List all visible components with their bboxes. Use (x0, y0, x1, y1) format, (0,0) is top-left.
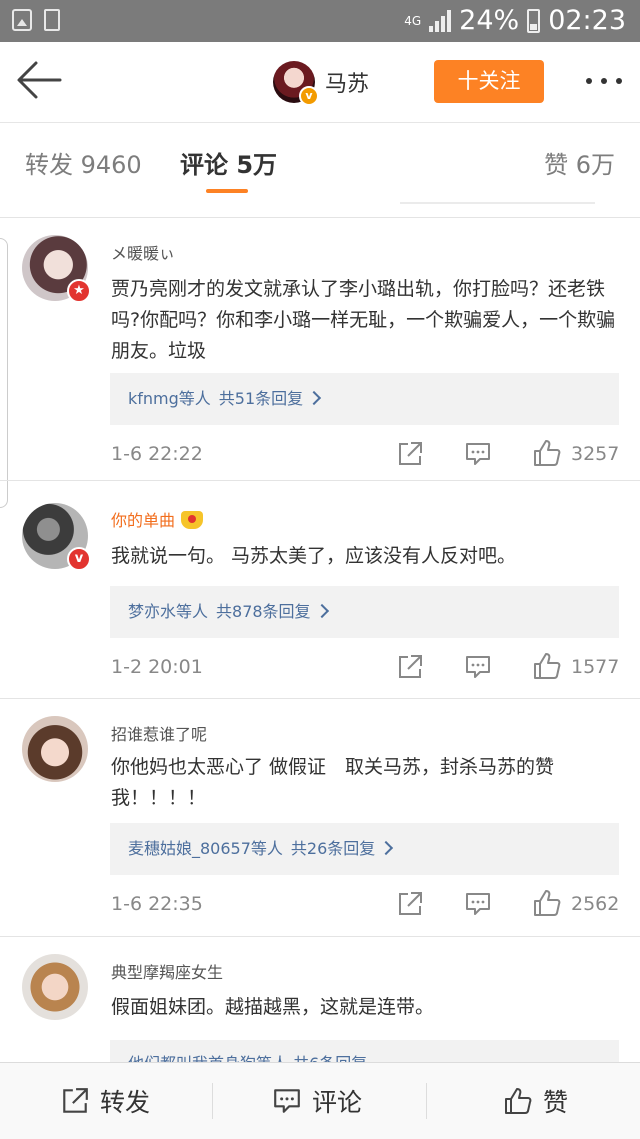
share-icon[interactable] (396, 440, 424, 468)
profile-header[interactable]: v 马苏 (273, 61, 370, 106)
avatar[interactable]: v (273, 61, 319, 106)
clock: 02:23 (548, 5, 626, 36)
comment-text: 贾乃亮刚才的发文就承认了李小璐出轨，你打脸吗？还老铁吗?你配吗？你和李小璐一样无… (111, 278, 616, 362)
chevron-right-icon (314, 603, 329, 619)
avatar[interactable] (22, 954, 88, 1020)
comment-author[interactable]: 你的单曲 (111, 507, 204, 531)
like-icon[interactable] (532, 888, 562, 918)
crown-icon (181, 511, 204, 529)
comment-time: 1-6 22:22 (111, 443, 203, 465)
list-item: 招谁惹谁了呢 你他妈也太恶心了 做假证 取关马苏，封杀马苏的赞我！！！！ 麦穗姑… (0, 699, 640, 937)
avatar[interactable] (22, 716, 88, 782)
battery-percent: 24% (459, 5, 520, 36)
battery-icon (527, 8, 541, 33)
comment-icon[interactable] (464, 440, 492, 468)
reply-summary[interactable]: 梦亦水等人 共878条回复 (110, 586, 619, 638)
bottom-action-bar: 转发 评论 赞 (0, 1062, 640, 1139)
repost-button[interactable]: 转发 (60, 1063, 150, 1139)
divider (212, 1083, 213, 1119)
divider (426, 1083, 427, 1119)
comment-button[interactable]: 评论 (272, 1063, 362, 1139)
reply-summary[interactable]: 麦穗姑娘_80657等人 共26条回复 (110, 823, 619, 875)
comment-author[interactable]: 招谁惹谁了呢 (111, 721, 207, 745)
avatar[interactable]: v (22, 503, 91, 571)
network-type: 4G (404, 13, 422, 28)
like-icon (505, 1088, 532, 1114)
like-count: 3257 (571, 443, 620, 465)
list-item: ★ メ暖暖ぃ 贾乃亮刚才的发文就承认了李小璐出轨，你打脸吗？还老铁吗?你配吗？你… (0, 218, 640, 481)
comment-icon[interactable] (464, 890, 492, 918)
share-icon[interactable] (396, 890, 424, 918)
comment-time: 1-6 22:35 (111, 893, 203, 915)
comment-text: 假面姐妹团。越描越黑，这就是连带。 (111, 996, 435, 1018)
top-navigation-bar: v 马苏 十关注 (0, 42, 640, 123)
recycle-notification-icon (44, 9, 60, 31)
share-icon[interactable] (396, 653, 424, 681)
comment-text: 我就说一句。 马苏太美了，应该没有人反对吧。 (111, 545, 517, 567)
list-item: v 你的单曲 我就说一句。 马苏太美了，应该没有人反对吧。 梦亦水等人 共878条… (0, 481, 640, 699)
comment-icon[interactable] (464, 653, 492, 681)
like-icon[interactable] (532, 651, 562, 681)
tab-repost[interactable]: 转发 9460 (25, 145, 142, 180)
comment-label: 评论 (312, 1088, 363, 1117)
comment-icon (274, 1089, 300, 1113)
tabs-divider (0, 196, 640, 218)
feedback-tabs: 转发 9460 评论 5万 赞 6万 (0, 123, 640, 198)
comment-author[interactable]: 典型摩羯座女生 (111, 959, 223, 983)
status-bar: 4G 24% 02:23 (0, 0, 640, 42)
reply-summary[interactable]: 他们都叫我首身狗等人 共6条回复 (110, 1040, 619, 1062)
avatar[interactable]: ★ (22, 235, 91, 303)
comment-author[interactable]: メ暖暖ぃ (111, 240, 175, 264)
active-tab-indicator (206, 189, 248, 193)
repost-label: 转发 (100, 1088, 151, 1117)
gallery-notification-icon (12, 9, 32, 31)
chevron-right-icon (307, 390, 322, 406)
like-label: 赞 (543, 1088, 569, 1117)
follow-button[interactable]: 十关注 (434, 60, 544, 103)
back-arrow-icon[interactable] (16, 60, 62, 100)
signal-icon (429, 9, 452, 32)
reply-summary[interactable]: kfnmg等人 共51条回复 (110, 373, 619, 425)
verified-badge-icon: v (299, 86, 319, 106)
like-count: 2562 (571, 893, 620, 915)
tab-comment[interactable]: 评论 5万 (180, 145, 277, 180)
verified-badge-icon: ★ (67, 279, 91, 303)
comment-time: 1-2 20:01 (111, 656, 203, 678)
verified-badge-icon: v (67, 547, 91, 571)
more-icon[interactable] (586, 78, 622, 84)
tab-like[interactable]: 赞 6万 (544, 145, 615, 180)
comment-text: 你他妈也太恶心了 做假证 取关马苏，封杀马苏的赞我！！！！ (111, 756, 555, 809)
share-icon (63, 1088, 88, 1113)
like-count: 1577 (571, 656, 620, 678)
like-icon[interactable] (532, 438, 562, 468)
like-button[interactable]: 赞 (503, 1063, 568, 1139)
chevron-right-icon (379, 840, 394, 856)
profile-name: 马苏 (325, 72, 370, 97)
